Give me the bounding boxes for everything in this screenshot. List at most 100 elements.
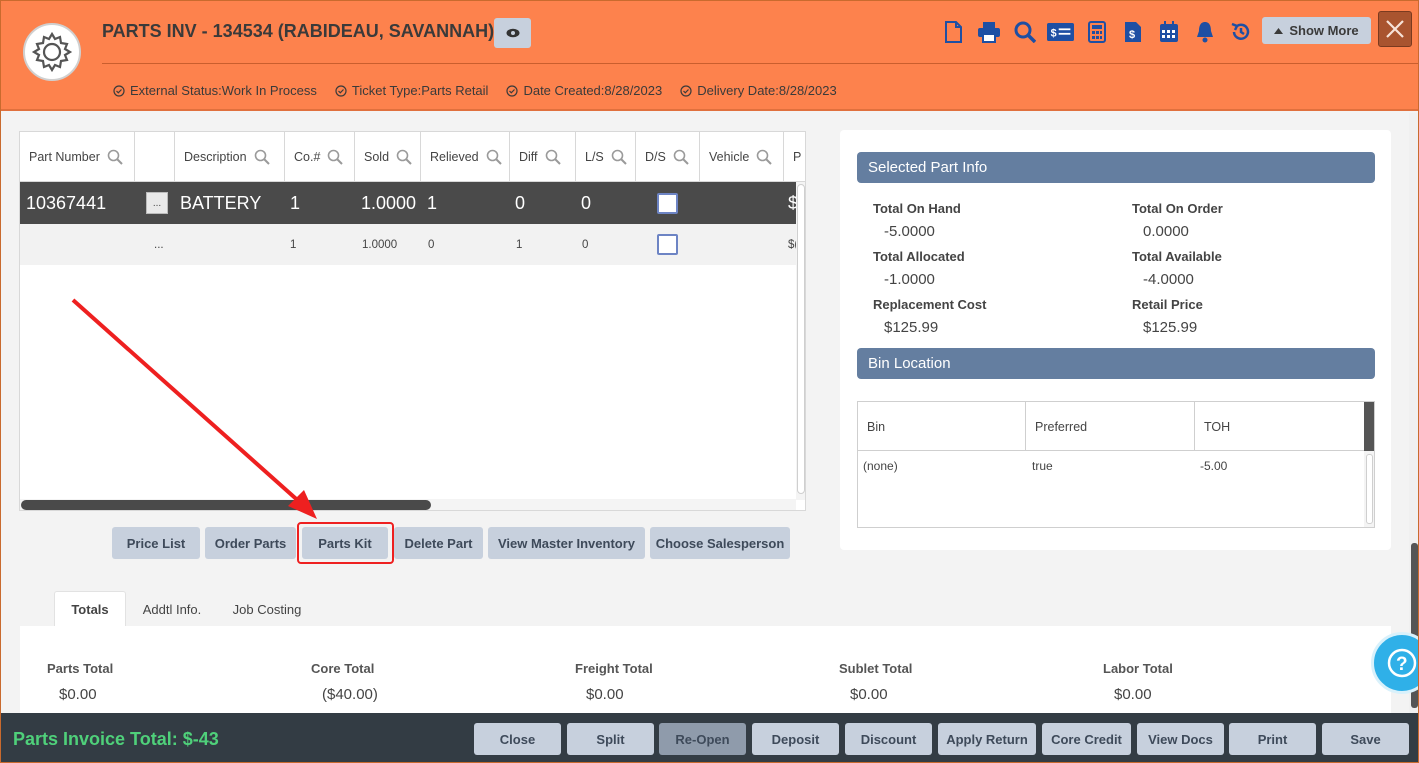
print-button[interactable]: Print	[1229, 723, 1316, 755]
retail-price-value: $125.99	[1143, 319, 1198, 336]
status-delivery-date: Delivery Date:8/28/2023	[680, 83, 837, 98]
bin-table-header: Bin Preferred TOH	[858, 402, 1364, 451]
tab-totals[interactable]: Totals	[54, 591, 126, 627]
cell-part-number: 10367441	[26, 192, 107, 213]
deposit-button[interactable]: Deposit	[752, 723, 839, 755]
parts-total-label: Parts Total	[47, 661, 114, 676]
search-icon	[545, 149, 561, 165]
status-row: External Status:Work In Process Ticket T…	[113, 83, 837, 98]
col-description[interactable]: Description	[175, 132, 285, 182]
col-ds[interactable]: D/S	[636, 132, 700, 182]
close-window-button[interactable]	[1378, 11, 1412, 47]
table-row[interactable]: ... 1 1.0000 0 1 0 $(	[20, 224, 798, 265]
tab-job-costing[interactable]: Job Costing	[223, 591, 311, 627]
choose-salesperson-button[interactable]: Choose Salesperson	[650, 527, 790, 559]
delete-part-button[interactable]: Delete Part	[394, 527, 483, 559]
scroll-thumb[interactable]	[797, 184, 805, 494]
search-icon	[254, 149, 270, 165]
freight-total-value: $0.00	[586, 686, 624, 703]
sublet-total-value: $0.00	[850, 686, 888, 703]
save-button[interactable]: Save	[1322, 723, 1409, 755]
view-docs-button[interactable]: View Docs	[1137, 723, 1224, 755]
col-price[interactable]: P	[784, 132, 804, 182]
bin-table-scrollbar[interactable]	[1364, 402, 1374, 527]
col-ls[interactable]: L/S	[576, 132, 636, 182]
search-icon	[328, 149, 344, 165]
col-diff[interactable]: Diff	[510, 132, 576, 182]
help-icon: ?	[1387, 648, 1417, 678]
parts-total-value: $0.00	[59, 686, 97, 703]
check-icon[interactable]: $	[1047, 18, 1074, 46]
cell-diff: 1	[516, 238, 523, 251]
svg-text:$: $	[1051, 28, 1057, 40]
cell-dots[interactable]: ...	[154, 224, 164, 265]
print-icon[interactable]	[975, 18, 1002, 46]
split-button[interactable]: Split	[567, 723, 654, 755]
preview-button[interactable]	[494, 18, 531, 48]
gear-logo-icon	[23, 23, 81, 81]
cell-diff: 0	[515, 192, 526, 213]
invoice-icon[interactable]: $	[1119, 18, 1146, 46]
apply-return-button[interactable]: Apply Return	[938, 723, 1036, 755]
col-bin[interactable]: Bin	[858, 402, 1026, 451]
scroll-thumb[interactable]	[1366, 454, 1373, 524]
total-allocated-value: -1.0000	[884, 271, 935, 288]
scroll-thumb[interactable]	[21, 500, 431, 510]
col-sold[interactable]: Sold	[355, 132, 421, 182]
search-icon	[486, 149, 502, 165]
cell-ds[interactable]	[657, 182, 678, 224]
cell-co: 1	[290, 192, 301, 213]
cell-relieved: 0	[428, 238, 435, 251]
order-parts-button[interactable]: Order Parts	[205, 527, 296, 559]
replacement-cost-label: Replacement Cost	[873, 297, 987, 312]
price-list-button[interactable]: Price List	[112, 527, 200, 559]
calendar-icon[interactable]	[1155, 18, 1182, 46]
check-circle-icon	[680, 84, 692, 97]
total-on-order-label: Total On Order	[1132, 201, 1223, 216]
bin-location-heading: Bin Location	[857, 348, 1375, 379]
more-button[interactable]: ...	[146, 192, 168, 214]
grid-vertical-scrollbar[interactable]	[796, 182, 805, 500]
totals-panel: Parts Total $0.00 Core Total ($40.00) Fr…	[20, 626, 1391, 716]
search-icon[interactable]	[1011, 18, 1038, 46]
selected-part-heading: Selected Part Info	[857, 152, 1375, 183]
total-available-value: -4.0000	[1143, 271, 1194, 288]
show-more-button[interactable]: Show More	[1262, 17, 1371, 44]
calculator-icon[interactable]	[1083, 18, 1110, 46]
document-icon[interactable]	[939, 18, 966, 46]
cell-dots[interactable]: ...	[146, 182, 168, 224]
search-icon	[107, 149, 123, 165]
reopen-button[interactable]: Re-Open	[659, 723, 746, 755]
caret-up-icon	[1274, 27, 1284, 34]
history-icon[interactable]	[1227, 18, 1254, 46]
col-vehicle[interactable]: Vehicle	[700, 132, 784, 182]
page-scrollbar[interactable]	[1409, 113, 1418, 713]
core-credit-button[interactable]: Core Credit	[1042, 723, 1131, 755]
status-external: External Status:Work In Process	[113, 83, 317, 98]
col-co[interactable]: Co.#	[285, 132, 355, 182]
table-row[interactable]: 10367441 ... BATTERY 1 1.0000 1 0 0 $	[20, 182, 798, 224]
discount-button[interactable]: Discount	[845, 723, 932, 755]
ds-checkbox[interactable]	[657, 234, 678, 255]
grid-horizontal-scrollbar[interactable]	[20, 499, 796, 510]
view-master-inventory-button[interactable]: View Master Inventory	[488, 527, 645, 559]
close-button[interactable]: Close	[474, 723, 561, 755]
core-total-value: ($40.00)	[322, 686, 378, 703]
total-on-order-value: 0.0000	[1143, 223, 1189, 240]
status-ticket-type: Ticket Type:Parts Retail	[335, 83, 488, 98]
cell-description: BATTERY	[180, 192, 262, 213]
col-dots	[135, 132, 175, 182]
search-icon	[673, 149, 689, 165]
col-relieved[interactable]: Relieved	[421, 132, 510, 182]
core-total-label: Core Total	[311, 661, 375, 676]
col-preferred[interactable]: Preferred	[1026, 402, 1195, 451]
cell-ds[interactable]	[657, 224, 678, 265]
col-toh[interactable]: TOH	[1195, 402, 1364, 451]
ds-checkbox[interactable]	[657, 192, 678, 214]
bell-icon[interactable]	[1191, 18, 1218, 46]
tab-addtl-info[interactable]: Addtl Info.	[133, 591, 211, 627]
total-available-label: Total Available	[1132, 249, 1222, 264]
freight-total-label: Freight Total	[575, 661, 653, 676]
col-part-number[interactable]: Part Number	[20, 132, 135, 182]
check-circle-icon	[335, 84, 347, 97]
